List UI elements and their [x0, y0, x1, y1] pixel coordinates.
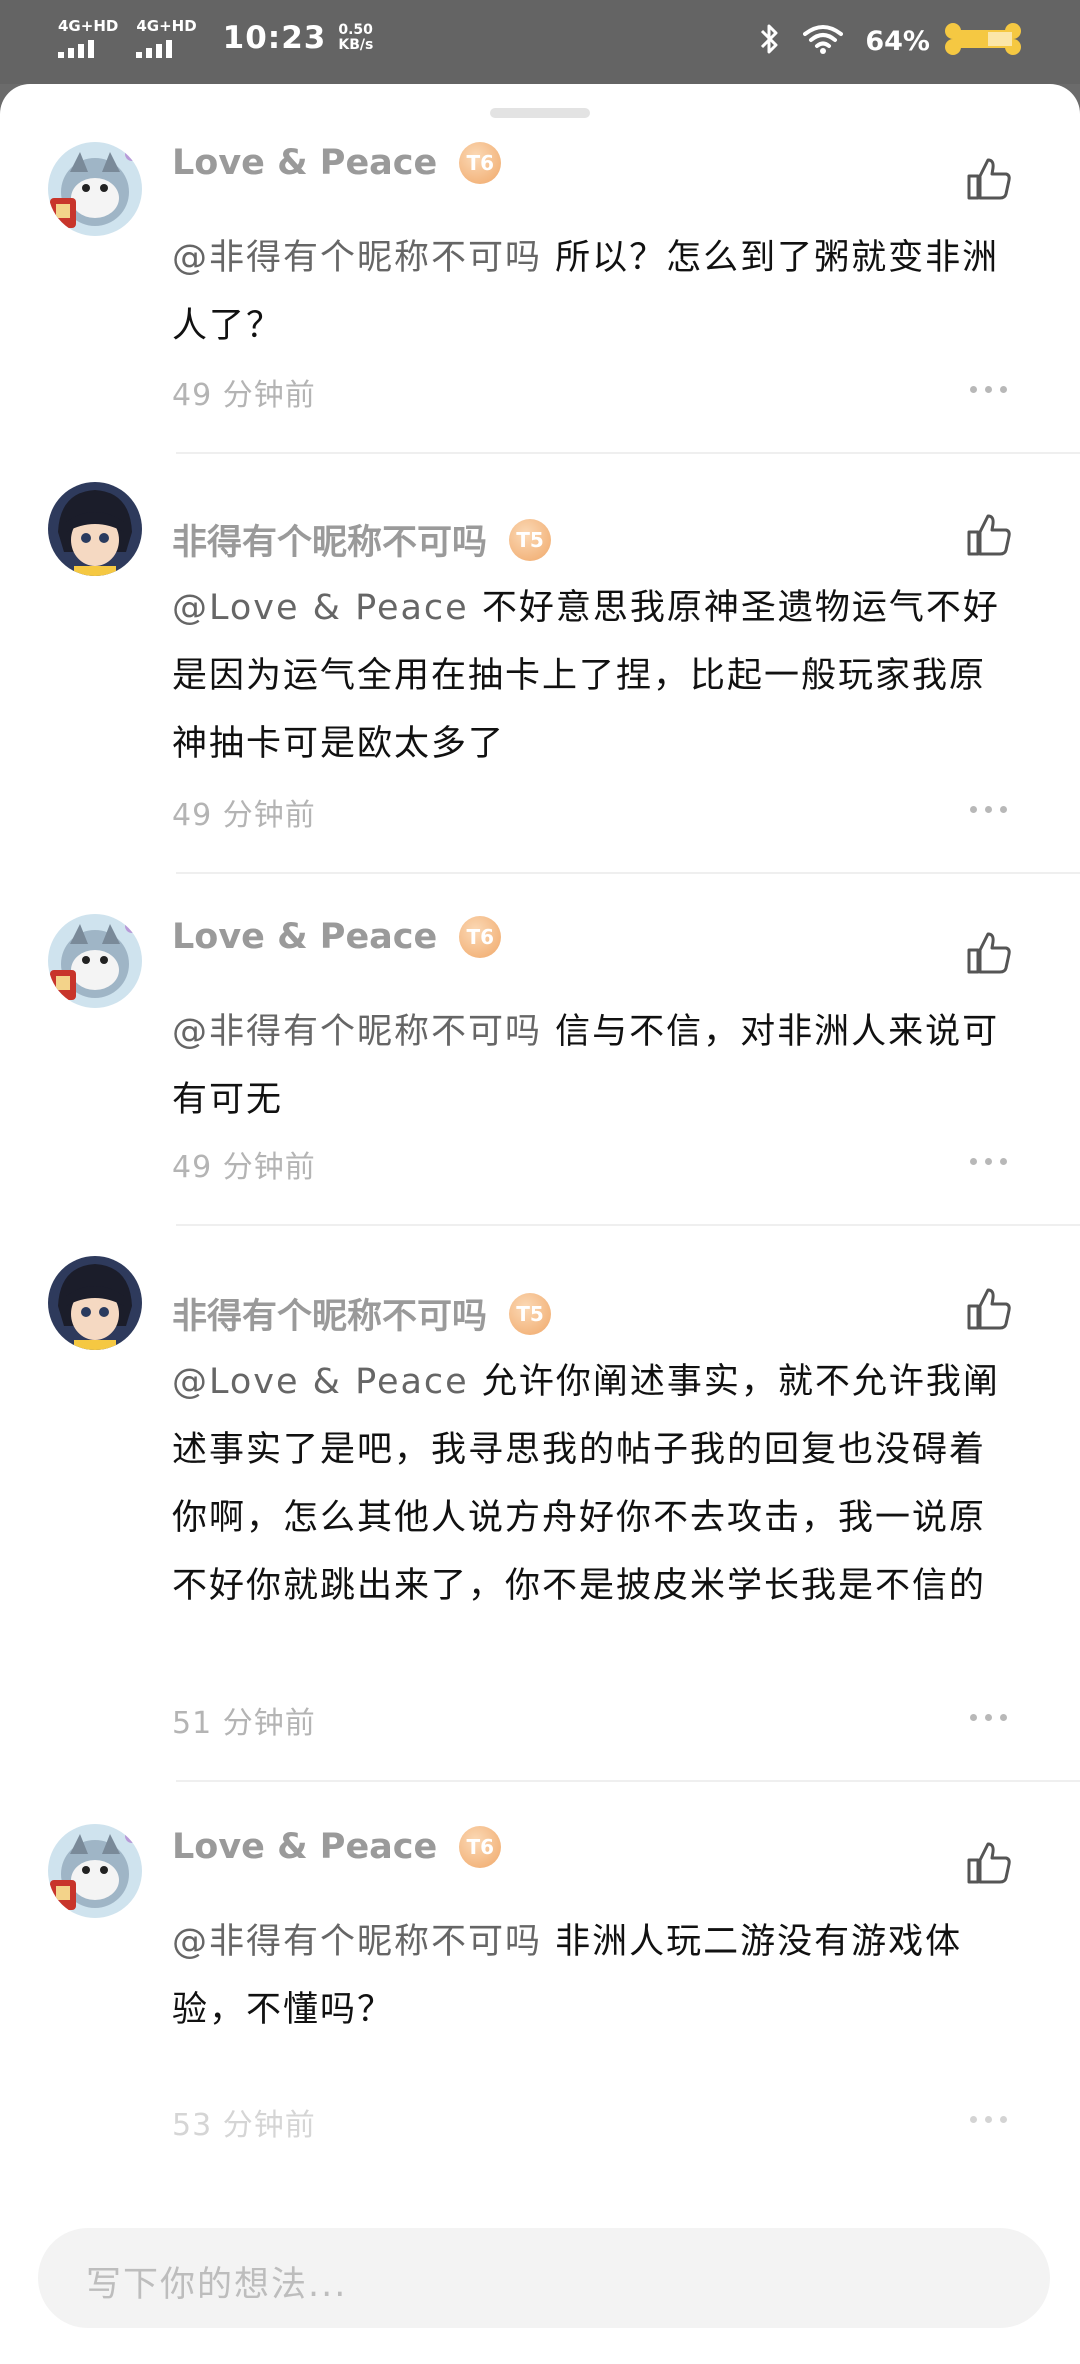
avatar-husky-image	[48, 1824, 142, 1918]
comment-text: @Love & Peace 允许你阐述事实，就不允许我阐述事实了是吧，我寻思我的…	[172, 1348, 1022, 1620]
username-text: Love & Peace	[172, 1827, 438, 1867]
mention-link[interactable]: @非得有个昵称不可吗	[172, 238, 542, 278]
more-options-icon[interactable]	[970, 1714, 1007, 1721]
more-options-icon[interactable]	[970, 806, 1007, 813]
level-badge: T6	[459, 1826, 502, 1868]
avatar-husky-image	[48, 914, 142, 1008]
level-badge: T6	[459, 916, 502, 958]
network-type-label: 4G+HD	[136, 17, 197, 35]
divider	[176, 1224, 1080, 1226]
like-icon[interactable]	[966, 156, 1012, 206]
comment-time: 49 分钟前	[172, 798, 316, 833]
like-icon[interactable]	[966, 930, 1012, 980]
divider	[176, 872, 1080, 874]
avatar-husky-image	[48, 142, 142, 236]
comment-text: @非得有个昵称不可吗 所以？怎么到了粥就变非洲人了？	[172, 224, 1022, 360]
more-options-icon[interactable]	[970, 2116, 1007, 2123]
comment-username[interactable]: Love & Peace T6	[172, 1826, 502, 1868]
wifi-icon	[803, 24, 844, 58]
level-badge: T5	[509, 518, 552, 561]
comment-input-bar: 53 分钟前 写下你的想法...	[0, 2104, 1080, 2364]
network-indicator-1: 4G+HD	[58, 18, 118, 58]
like-icon[interactable]	[966, 512, 1012, 562]
more-options-icon[interactable]	[970, 386, 1007, 393]
level-badge: T6	[459, 142, 502, 184]
mention-link[interactable]: @Love & Peace	[172, 1362, 469, 1402]
divider	[176, 1780, 1080, 1782]
mention-link[interactable]: @非得有个昵称不可吗	[172, 1922, 542, 1962]
clock: 10:23	[222, 20, 327, 56]
avatar[interactable]	[48, 1256, 142, 1350]
battery-icon	[944, 20, 1022, 62]
comment-text: @非得有个昵称不可吗 非洲人玩二游没有游戏体验，不懂吗？	[172, 1908, 1022, 2044]
comment-time: 53 分钟前	[172, 2108, 316, 2143]
network-speed: 0.50 KB/s	[338, 23, 373, 53]
username-text: Love & Peace	[172, 143, 438, 183]
bluetooth-icon	[759, 22, 781, 60]
comment-text: @Love & Peace 不好意思我原神圣遗物运气不好是因为运气全用在抽卡上了…	[172, 574, 1022, 778]
comment-time: 49 分钟前	[172, 378, 316, 413]
comment-time: 51 分钟前	[172, 1706, 316, 1741]
comments-sheet: Love & Peace T6 @非得有个昵称不可吗 所以？怎么到了粥就变非洲人…	[0, 84, 1080, 2364]
username-text: 非得有个昵称不可吗	[172, 1297, 488, 1337]
comment-username[interactable]: Love & Peace T6	[172, 916, 502, 958]
speed-unit: KB/s	[338, 37, 374, 53]
speed-value: 0.50	[338, 22, 373, 38]
avatar-anime-character-image	[48, 482, 142, 576]
username-text: 非得有个昵称不可吗	[172, 523, 488, 563]
avatar-anime-character-image	[48, 1256, 142, 1350]
avatar[interactable]	[48, 482, 142, 576]
input-placeholder: 写下你的想法...	[86, 2265, 348, 2305]
sheet-drag-handle[interactable]	[490, 108, 590, 118]
avatar[interactable]	[48, 142, 142, 236]
signal-bars-icon	[136, 38, 173, 58]
avatar[interactable]	[48, 914, 142, 1008]
signal-bars-icon	[58, 38, 94, 58]
network-indicator-2: 4G+HD	[136, 17, 197, 58]
comment-username[interactable]: Love & Peace T6	[172, 142, 502, 184]
comment-input[interactable]: 写下你的想法...	[38, 2228, 1050, 2328]
comment-username[interactable]: 非得有个昵称不可吗 T5	[172, 514, 552, 565]
like-icon[interactable]	[966, 1286, 1012, 1336]
level-badge: T5	[509, 1292, 552, 1335]
like-icon[interactable]	[966, 1840, 1012, 1890]
status-bar: 4G+HD 4G+HD 10:23 0.50 KB/s 64%	[0, 0, 1080, 84]
divider	[176, 452, 1080, 454]
comment-text: @非得有个昵称不可吗 信与不信，对非洲人来说可有可无	[172, 998, 1022, 1134]
comment-username[interactable]: 非得有个昵称不可吗 T5	[172, 1288, 552, 1339]
mention-link[interactable]: @Love & Peace	[172, 588, 469, 628]
username-text: Love & Peace	[172, 917, 438, 957]
avatar[interactable]	[48, 1824, 142, 1918]
more-options-icon[interactable]	[970, 1158, 1007, 1165]
mention-link[interactable]: @非得有个昵称不可吗	[172, 1012, 542, 1052]
comment-time: 49 分钟前	[172, 1150, 316, 1185]
battery-percent: 64%	[865, 25, 930, 57]
network-type-label: 4G+HD	[58, 17, 119, 35]
